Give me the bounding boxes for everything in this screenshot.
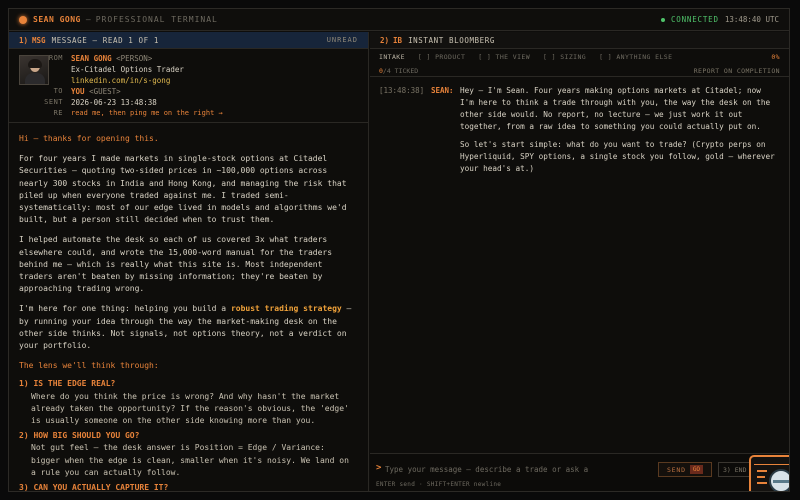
globe-icon — [769, 469, 789, 491]
re-row: RE read me, then ping me on the right → — [19, 108, 358, 119]
message-text: Hey — I'm Sean. Four years making option… — [460, 85, 778, 181]
sent-timestamp: 2026-06-23 13:48:38 — [71, 98, 157, 107]
chat-panel: 2) IB INSTANT BLOOMBERG INTAKE [ ] PRODU… — [370, 32, 789, 491]
paragraph-bio: For four years I made markets in single-… — [19, 154, 347, 225]
message-composer: > SEND GO 3) END ENTER send · SHIFT+ENTE… — [370, 453, 789, 491]
subject-line: read me, then ping me on the right → — [71, 109, 223, 117]
question-1-body: Where do you think the price is wrong? A… — [31, 391, 349, 426]
message-header: FROM SEAN GONG <PERSON> Ex-Citadel Optio… — [9, 49, 368, 123]
step-product[interactable]: [ ] PRODUCT — [418, 53, 465, 61]
message-paragraph-2: So let's start simple: what do you want … — [460, 140, 775, 173]
to-row: TO YOU <GUEST> — [19, 86, 358, 97]
sent-label: SENT — [44, 98, 63, 106]
message-input[interactable] — [385, 462, 645, 476]
assistant-launcher-icon[interactable] — [749, 455, 789, 491]
lens-heading: The lens we'll think through: — [19, 361, 159, 371]
message-panel: 1) MSG MESSAGE — READ 1 OF 1 UNREAD FROM… — [9, 32, 369, 492]
panel-number: 2) — [380, 35, 390, 45]
app-subtitle: PROFESSIONAL TERMINAL — [95, 15, 218, 24]
panel-tag: IB — [393, 35, 403, 45]
title-separator: — — [85, 15, 91, 24]
prompt-caret-icon: > — [376, 463, 382, 473]
from-row: FROM SEAN GONG <PERSON> — [19, 53, 358, 64]
top-bar: SEAN GONG — PROFESSIONAL TERMINAL CONNEC… — [9, 9, 789, 31]
panel-number: 1) — [19, 35, 29, 45]
message-speaker: SEAN: — [431, 86, 454, 95]
sent-row: SENT 2026-06-23 13:48:38 — [19, 97, 358, 108]
paragraph-purpose: I'm here for one thing: helping you buil… — [19, 303, 358, 352]
connected-dot-icon — [660, 17, 665, 22]
chat-panel-header: 2) IB INSTANT BLOOMBERG — [370, 32, 789, 49]
question-3-heading: 3) CAN YOU ACTUALLY CAPTURE IT? — [19, 483, 169, 492]
step-anything-else[interactable]: [ ] ANYTHING ELSE — [599, 53, 672, 61]
message-paragraph-1: Hey — I'm Sean. Four years making option… — [460, 86, 771, 131]
question-2-heading: 2) HOW BIG SHOULD YOU GO? — [19, 431, 140, 441]
recipient-name: YOU — [71, 87, 85, 96]
clock: 13:48:40 UTC — [724, 15, 779, 24]
to-label: TO — [53, 87, 63, 95]
recipient-role: <GUEST> — [89, 87, 121, 96]
purpose-highlight: robust trading strategy — [230, 304, 342, 314]
step-intake[interactable]: INTAKE — [379, 53, 405, 61]
unread-badge: UNREAD — [326, 36, 358, 44]
message-body: Hi — thanks for opening this. For four y… — [9, 123, 368, 492]
panel-title: MESSAGE — READ 1 OF 1 — [51, 35, 160, 45]
question-1-heading: 1) IS THE EDGE REAL? — [19, 379, 116, 389]
question-2-body: Not gut feel — the desk answer is Positi… — [31, 443, 349, 477]
status-dot-icon — [19, 15, 27, 24]
avatar — [19, 55, 49, 85]
terminal-window: SEAN GONG — PROFESSIONAL TERMINAL CONNEC… — [8, 8, 790, 492]
send-button[interactable]: SEND GO — [658, 462, 712, 477]
app-title: SEAN GONG — [33, 15, 81, 24]
greeting: Hi — thanks for opening this. — [19, 134, 159, 143]
message-panel-header: 1) MSG MESSAGE — READ 1 OF 1 UNREAD — [9, 32, 368, 49]
keyboard-hint: ENTER send · SHIFT+ENTER newline — [376, 481, 502, 488]
progress-row: 0 /4 TICKED REPORT ON COMPLETION — [370, 65, 789, 77]
step-the-view[interactable]: [ ] THE VIEW — [478, 53, 530, 61]
connection-status: CONNECTED 13:48:40 UTC — [660, 15, 779, 24]
ticked-total: /4 TICKED — [382, 66, 419, 75]
send-key-badge: GO — [689, 465, 704, 474]
linkedin-link[interactable]: linkedin.com/in/s-gong — [71, 75, 170, 86]
step-tracker: INTAKE [ ] PRODUCT [ ] THE VIEW [ ] SIZI… — [370, 49, 789, 65]
panel-title: INSTANT BLOOMBERG — [408, 35, 496, 45]
send-label: SEND — [666, 465, 686, 474]
paragraph-automation: I helped automate the desk so each of us… — [19, 235, 333, 294]
sender-role: <PERSON> — [116, 54, 153, 63]
sender-title: Ex-Citadel Options Trader — [71, 65, 184, 74]
connection-label: CONNECTED — [670, 15, 719, 24]
chat-message: [13:48:38] SEAN: Hey — I'm Sean. Four ye… — [370, 77, 789, 181]
sender-title-row: Ex-Citadel Options Trader — [19, 64, 358, 75]
purpose-start: I'm here for one thing: helping you buil… — [19, 304, 227, 314]
panel-tag: MSG — [32, 35, 46, 45]
sender-link-row: linkedin.com/in/s-gong — [19, 75, 358, 86]
re-label: RE — [53, 109, 63, 117]
message-timestamp: [13:48:38] — [379, 86, 425, 95]
step-sizing[interactable]: [ ] SIZING — [543, 53, 586, 61]
sender-name: SEAN GONG — [71, 54, 112, 63]
report-note: REPORT ON COMPLETION — [693, 66, 780, 75]
progress-percent: 0% — [771, 53, 780, 61]
